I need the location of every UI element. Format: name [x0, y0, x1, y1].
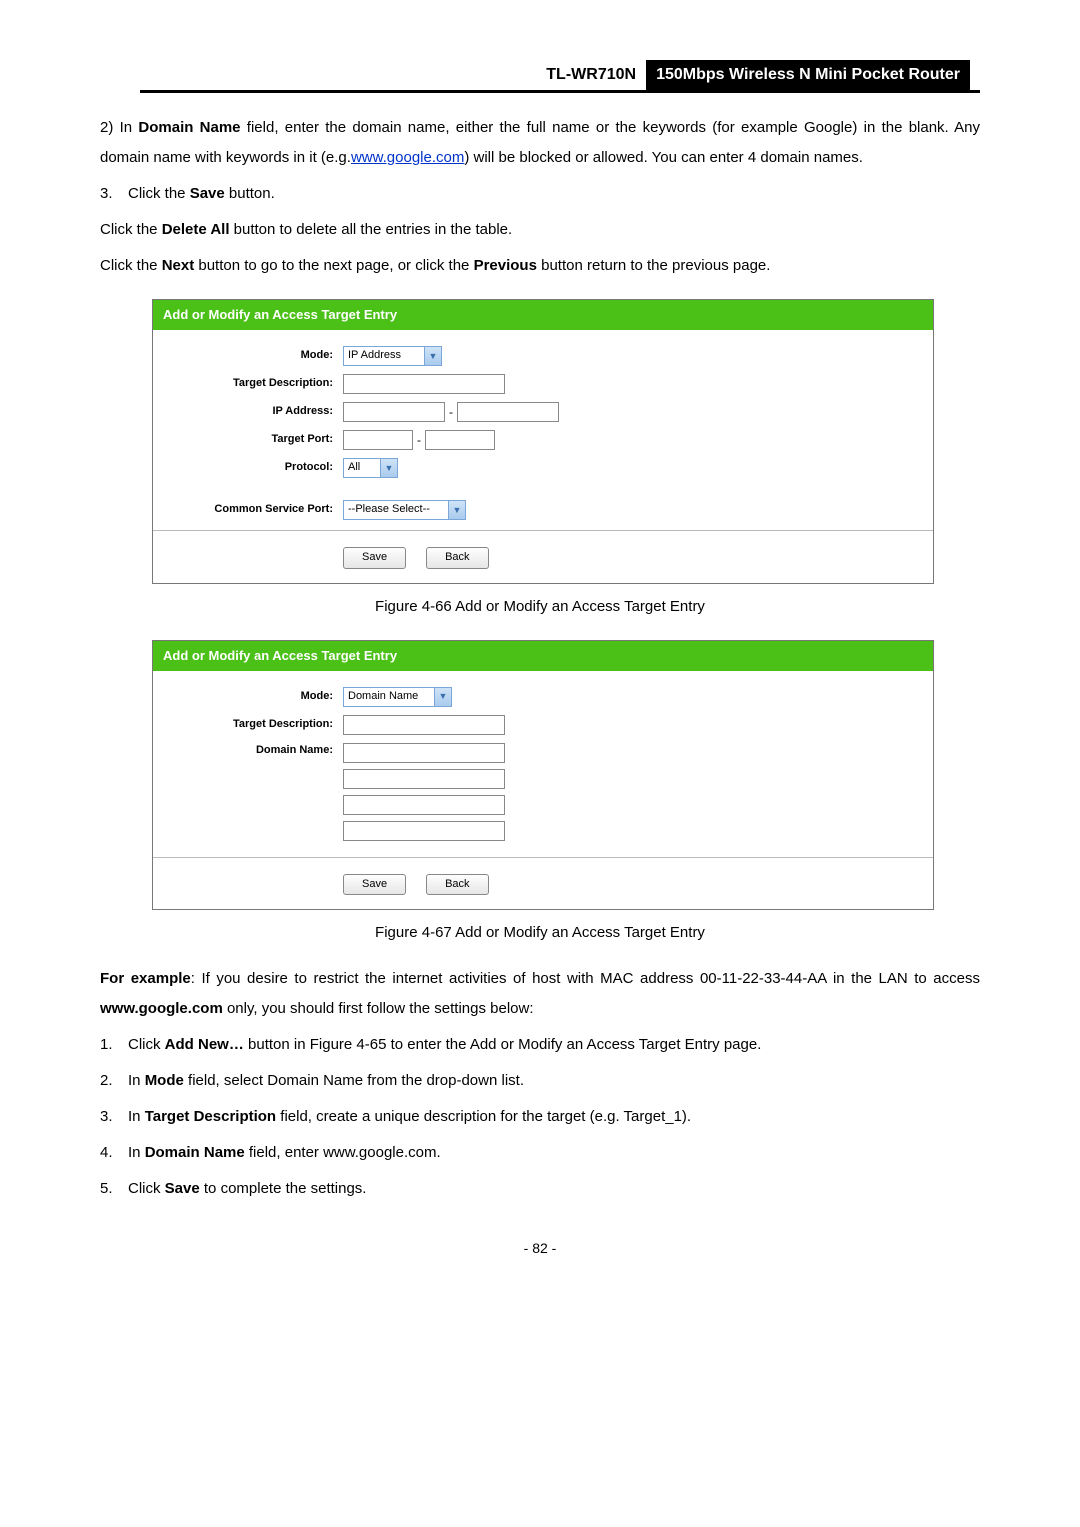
example-step-4: 4. In Domain Name field, enter www.googl…: [100, 1138, 980, 1168]
port-end-input[interactable]: [425, 430, 495, 450]
range-dash: -: [449, 404, 453, 421]
domain-name-input-4[interactable]: [343, 821, 505, 841]
target-description-label: Target Description:: [173, 376, 343, 391]
figure-title: Add or Modify an Access Target Entry: [153, 641, 933, 671]
example-step-2: 2. In Mode field, select Domain Name fro…: [100, 1066, 980, 1096]
range-dash: -: [417, 432, 421, 449]
mode-label: Mode:: [173, 348, 343, 363]
protocol-label: Protocol:: [173, 460, 343, 475]
figure-4-67: Add or Modify an Access Target Entry Mod…: [152, 640, 934, 911]
domain-name-label: Domain Name:: [173, 743, 343, 758]
target-description-input[interactable]: [343, 715, 505, 735]
domain-name-input-2[interactable]: [343, 769, 505, 789]
step-save: 3. Click the Save button.: [100, 179, 980, 209]
example-intro: For example: If you desire to restrict t…: [100, 964, 980, 1024]
product-name: 150Mbps Wireless N Mini Pocket Router: [646, 60, 970, 93]
product-model: TL-WR710N: [536, 60, 646, 93]
example-step-3: 3. In Target Description field, create a…: [100, 1102, 980, 1132]
save-button[interactable]: Save: [343, 547, 406, 568]
mode-label: Mode:: [173, 689, 343, 704]
chevron-down-icon: ▼: [449, 500, 466, 520]
note-pagination: Click the Next button to go to the next …: [100, 251, 980, 281]
back-button[interactable]: Back: [426, 547, 488, 568]
doc-header: TL-WR710N 150Mbps Wireless N Mini Pocket…: [140, 60, 980, 93]
example-steps: 1. Click Add New… button in Figure 4-65 …: [100, 1030, 980, 1204]
figure-4-66: Add or Modify an Access Target Entry Mod…: [152, 299, 934, 584]
target-description-input[interactable]: [343, 374, 505, 394]
instruction-domain-name: 2) In Domain Name field, enter the domai…: [100, 113, 980, 173]
example-step-1: 1. Click Add New… button in Figure 4-65 …: [100, 1030, 980, 1060]
ip-address-label: IP Address:: [173, 404, 343, 419]
target-port-label: Target Port:: [173, 432, 343, 447]
mode-dropdown[interactable]: IP Address ▼: [343, 346, 442, 366]
example-link[interactable]: www.google.com: [351, 149, 464, 166]
mode-dropdown[interactable]: Domain Name ▼: [343, 687, 452, 707]
domain-name-input-3[interactable]: [343, 795, 505, 815]
common-service-port-dropdown[interactable]: --Please Select-- ▼: [343, 500, 466, 520]
page-number: - 82 -: [100, 1234, 980, 1262]
common-service-port-label: Common Service Port:: [173, 502, 343, 517]
back-button[interactable]: Back: [426, 874, 488, 895]
note-delete-all: Click the Delete All button to delete al…: [100, 215, 980, 245]
target-description-label: Target Description:: [173, 717, 343, 732]
figure-4-67-caption: Figure 4-67 Add or Modify an Access Targ…: [100, 918, 980, 948]
domain-name-input-1[interactable]: [343, 743, 505, 763]
chevron-down-icon: ▼: [425, 346, 442, 366]
example-step-5: 5. Click Save to complete the settings.: [100, 1174, 980, 1204]
figure-4-66-caption: Figure 4-66 Add or Modify an Access Targ…: [100, 592, 980, 622]
figure-title: Add or Modify an Access Target Entry: [153, 300, 933, 330]
chevron-down-icon: ▼: [435, 687, 452, 707]
ip-end-input[interactable]: [457, 402, 559, 422]
ip-start-input[interactable]: [343, 402, 445, 422]
chevron-down-icon: ▼: [381, 458, 398, 478]
protocol-dropdown[interactable]: All ▼: [343, 458, 398, 478]
port-start-input[interactable]: [343, 430, 413, 450]
save-button[interactable]: Save: [343, 874, 406, 895]
